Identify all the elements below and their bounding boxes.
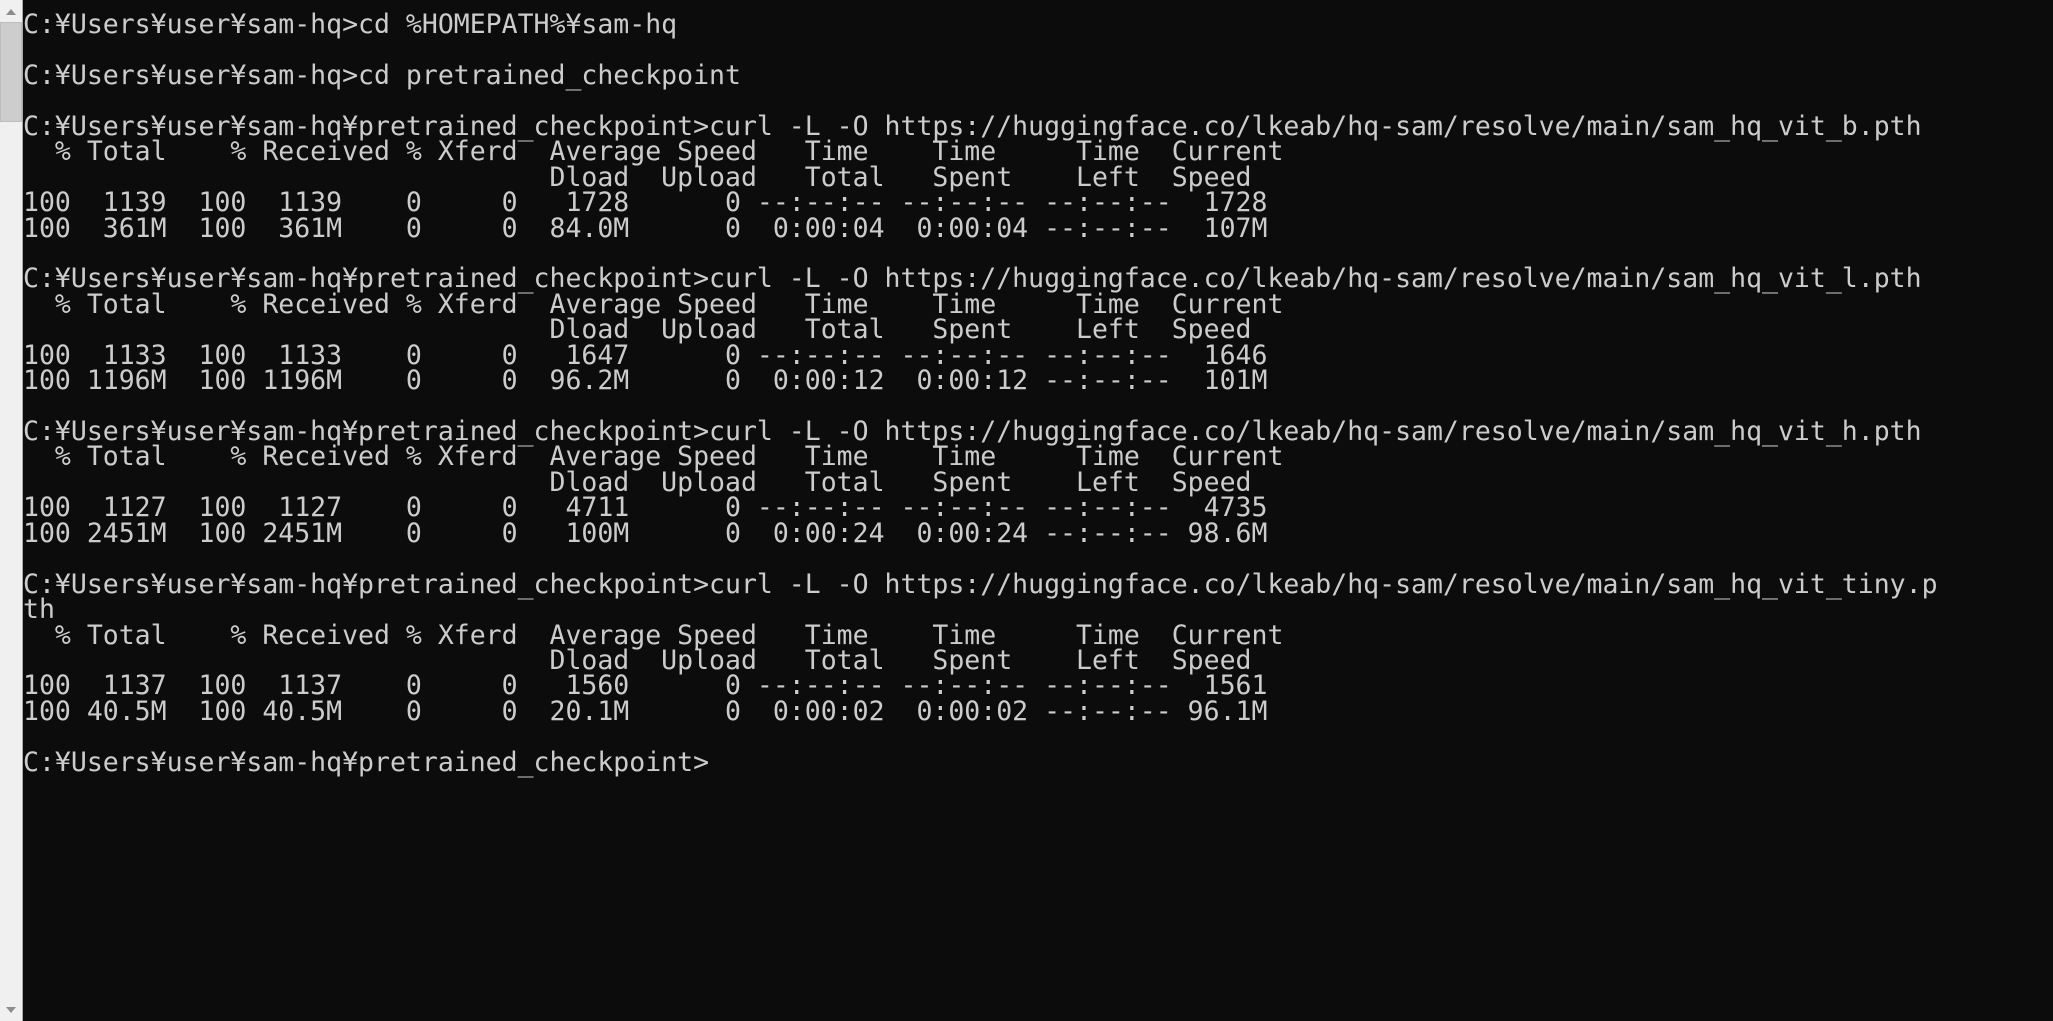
- terminal-line: 100 1139 100 1139 0 0 1728 0 --:--:-- --…: [23, 187, 1268, 219]
- terminal-line: % Total % Received % Xferd Average Speed…: [23, 136, 1284, 168]
- scrollbar-track[interactable]: [0, 22, 22, 999]
- terminal-line: C:¥Users¥user¥sam-hq>cd %HOMEPATH%¥sam-h…: [23, 9, 678, 40]
- command-prompt-window: C:¥Users¥user¥sam-hq>C:¥Users¥user¥sam-h…: [0, 0, 2053, 1021]
- terminal-output[interactable]: C:¥Users¥user¥sam-hq>C:¥Users¥user¥sam-h…: [23, 0, 2053, 1021]
- terminal-line: 100 2451M 100 2451M 0 0 100M 0 0:00:24 0…: [23, 517, 1268, 549]
- terminal-line: C:¥Users¥user¥sam-hq>cd pretrained_check…: [23, 59, 741, 91]
- terminal-line: C:¥Users¥user¥sam-hq¥pretrained_checkpoi…: [23, 568, 1938, 600]
- terminal-line: 100 1127 100 1127 0 0 4711 0 --:--:-- --…: [23, 492, 1268, 524]
- terminal-line: Dload Upload Total Spent Left Speed: [23, 314, 1252, 346]
- scroll-down-arrow-icon[interactable]: [0, 999, 22, 1021]
- terminal-line: 100 40.5M 100 40.5M 0 0 20.1M 0 0:00:02 …: [23, 695, 1268, 727]
- terminal-line: C:¥Users¥user¥sam-hq¥pretrained_checkpoi…: [23, 746, 710, 778]
- scroll-up-arrow-icon[interactable]: [0, 0, 22, 22]
- terminal-line: th: [23, 594, 55, 626]
- scrollbar-thumb[interactable]: [0, 22, 22, 122]
- terminal-line: 100 1196M 100 1196M 0 0 96.2M 0 0:00:12 …: [23, 365, 1268, 397]
- terminal-line: 100 361M 100 361M 0 0 84.0M 0 0:00:04 0:…: [23, 212, 1268, 244]
- vertical-scrollbar[interactable]: [0, 0, 23, 1021]
- terminal-line: C:¥Users¥user¥sam-hq¥pretrained_checkpoi…: [23, 263, 1922, 295]
- terminal-line: 100 1137 100 1137 0 0 1560 0 --:--:-- --…: [23, 670, 1268, 702]
- triangle-up-glyph: [6, 9, 16, 15]
- triangle-down-glyph: [6, 1007, 16, 1013]
